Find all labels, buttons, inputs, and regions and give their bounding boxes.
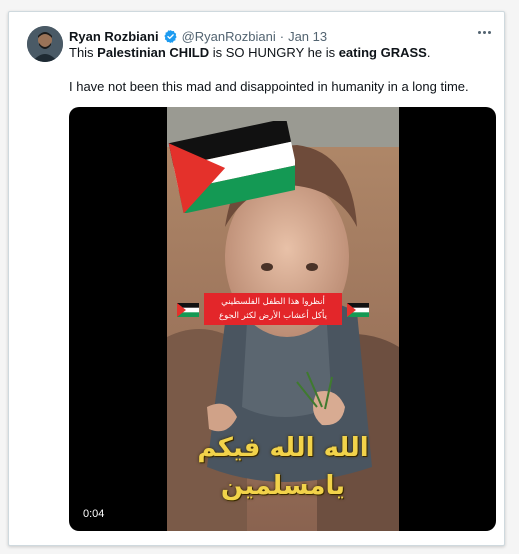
tweet-card[interactable]: Ryan Rozbiani @RyanRozbiani · Jan 13 Thi… <box>8 11 505 546</box>
video-caption-line-1: أنظروا هذا الطفل الفلسطيني <box>221 297 325 307</box>
video-frame: أنظروا هذا الطفل الفلسطيني يأكل أعشاب ال… <box>167 107 399 531</box>
more-options-icon[interactable] <box>474 24 494 40</box>
video-player[interactable]: أنظروا هذا الطفل الفلسطيني يأكل أعشاب ال… <box>69 107 496 531</box>
video-overlay-line-2: يامسلمين <box>220 471 346 501</box>
avatar[interactable] <box>27 26 63 62</box>
palestine-flag-icon <box>177 303 199 317</box>
tweet-text-mid: is SO HUNGRY he is <box>209 45 339 60</box>
tweet-text-line-2: I have not been this mad and disappointe… <box>69 79 469 94</box>
tweet-date[interactable]: Jan 13 <box>288 29 327 44</box>
palestine-flag-icon <box>347 303 369 317</box>
author-handle[interactable]: @RyanRozbiani <box>182 29 276 44</box>
video-caption-box: أنظروا هذا الطفل الفلسطيني يأكل أعشاب ال… <box>204 293 342 325</box>
tweet-text-bold-grass: eating GRASS <box>338 45 427 60</box>
tweet-text-post: . <box>426 45 431 60</box>
tweet-text-line-1: This Palestinian CHILD is SO HUNGRY he i… <box>69 45 430 60</box>
video-overlay-line-1: الله الله فيكم <box>197 433 369 463</box>
verified-badge-icon <box>163 29 178 44</box>
separator-dot: · <box>279 28 285 44</box>
tweet-header: Ryan Rozbiani @RyanRozbiani · Jan 13 <box>69 27 327 45</box>
video-timestamp: 0:04 <box>79 507 109 521</box>
palestine-flag-icon <box>168 121 295 213</box>
tweet-text-bold-child: Palestinian CHILD <box>97 45 210 60</box>
author-name[interactable]: Ryan Rozbiani <box>69 29 159 44</box>
video-caption-line-2: يأكل أعشاب الأرض لكثر الجوع <box>219 311 327 321</box>
tweet-text-pre: This <box>69 45 98 60</box>
